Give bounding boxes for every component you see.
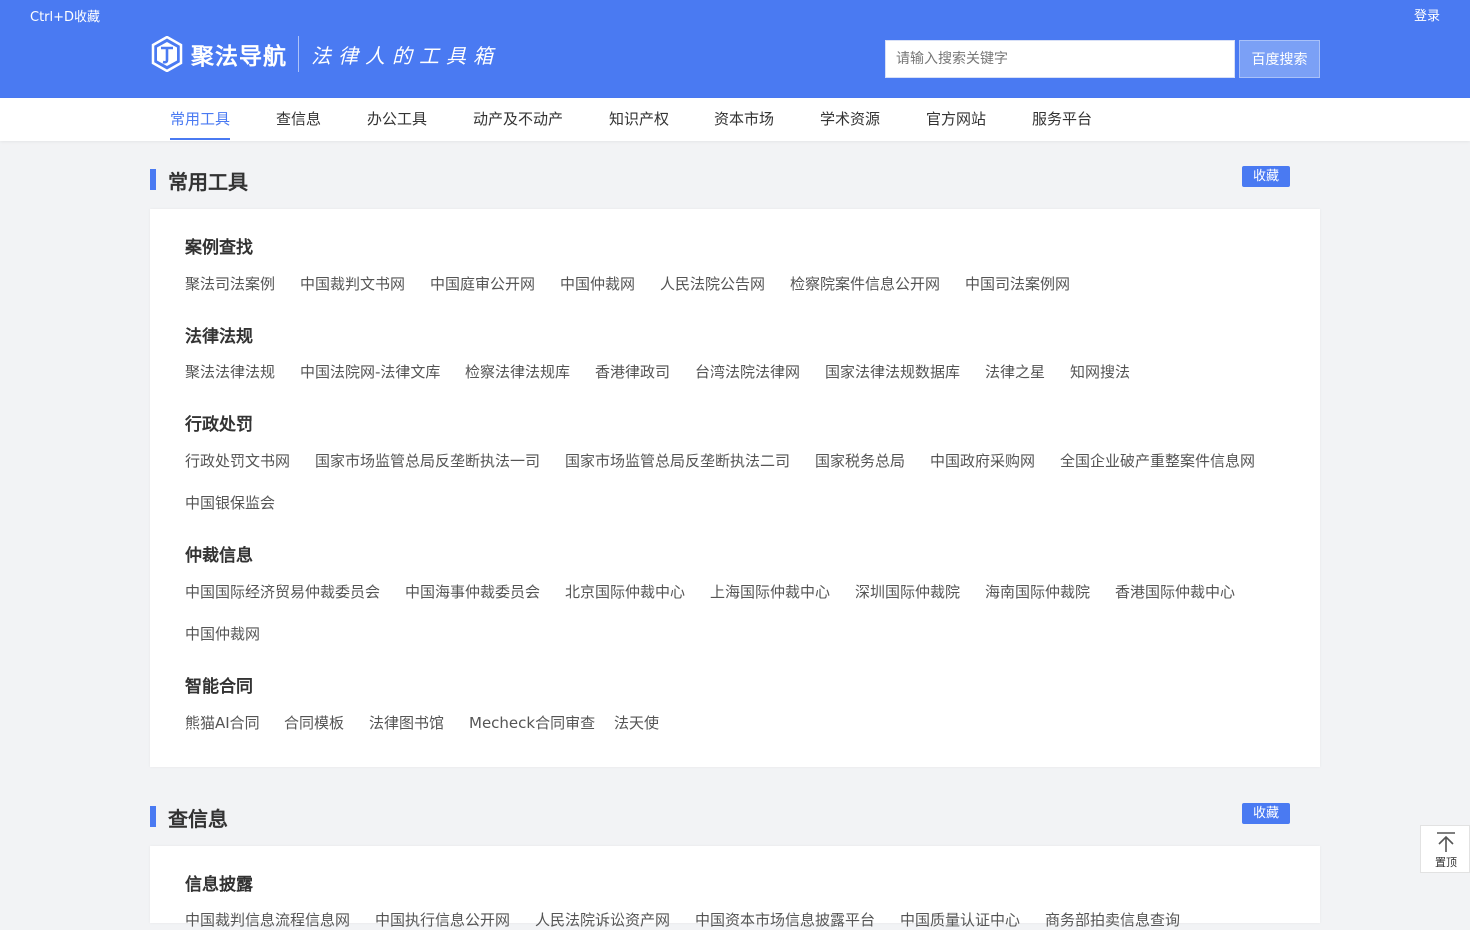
- site-link[interactable]: 法律之星: [985, 361, 1045, 382]
- site-link[interactable]: 中国仲裁网: [185, 623, 260, 644]
- section-title: 常用工具: [168, 170, 248, 194]
- tab-capital-market[interactable]: 资本市场: [714, 98, 774, 141]
- site-link[interactable]: 行政处罚文书网: [185, 450, 290, 471]
- site-link[interactable]: 法天使: [614, 712, 659, 733]
- section-card: 信息披露 中国裁判信息流程信息网 中国执行信息公开网 人民法院诉讼资产网 中国资…: [150, 846, 1320, 929]
- site-link[interactable]: 中国司法案例网: [965, 273, 1070, 294]
- site-logo[interactable]: 聚法导航 法律人的工具箱: [150, 35, 500, 73]
- category-title: 案例查找: [185, 238, 253, 258]
- site-link[interactable]: 全国企业破产重整案件信息网: [1060, 450, 1255, 471]
- favorite-button[interactable]: 收藏: [1242, 166, 1290, 187]
- logo-shield-icon: [151, 36, 183, 72]
- site-link[interactable]: 法律图书馆: [369, 712, 444, 733]
- site-link[interactable]: 人民法院诉讼资产网: [535, 909, 670, 930]
- site-link[interactable]: 人民法院公告网: [660, 273, 765, 294]
- site-link[interactable]: 中国法院网-法律文库: [300, 361, 440, 382]
- site-link[interactable]: 合同模板: [284, 712, 344, 733]
- site-link[interactable]: 中国国际经济贸易仲裁委员会: [185, 581, 380, 602]
- site-slogan: 法律人的工具箱: [311, 43, 500, 68]
- section-title: 查信息: [168, 807, 228, 831]
- site-link[interactable]: 熊猫AI合同: [185, 712, 260, 733]
- logo-divider: [298, 36, 299, 72]
- category-nav: 常用工具 查信息 办公工具 动产及不动产 知识产权 资本市场 学术资源 官方网站…: [0, 98, 1470, 141]
- site-link[interactable]: 中国裁判信息流程信息网: [185, 909, 350, 930]
- site-link[interactable]: 聚法司法案例: [185, 273, 275, 294]
- site-link[interactable]: 中国质量认证中心: [900, 909, 1020, 930]
- tab-academic[interactable]: 学术资源: [820, 98, 880, 141]
- site-link[interactable]: 国家市场监管总局反垄断执法一司: [315, 450, 540, 471]
- back-to-top-label: 置顶: [1435, 856, 1457, 869]
- category-title: 智能合同: [185, 677, 253, 697]
- header: Ctrl+D收藏 登录 聚法导航 法律人的工具箱 百度搜索: [0, 0, 1470, 98]
- site-link[interactable]: 国家法律法规数据库: [825, 361, 960, 382]
- site-link[interactable]: 中国海事仲裁委员会: [405, 581, 540, 602]
- tab-service-platform[interactable]: 服务平台: [1032, 98, 1092, 141]
- section-accent-bar: [150, 806, 156, 827]
- site-link[interactable]: 香港律政司: [595, 361, 670, 382]
- site-link[interactable]: 上海国际仲裁中心: [710, 581, 830, 602]
- baidu-search-button[interactable]: 百度搜索: [1239, 40, 1320, 78]
- category-title: 行政处罚: [185, 415, 253, 435]
- site-name: 聚法导航: [191, 44, 287, 70]
- site-link[interactable]: 中国政府采购网: [930, 450, 1035, 471]
- site-link[interactable]: 检察法律法规库: [465, 361, 570, 382]
- site-link[interactable]: 北京国际仲裁中心: [565, 581, 685, 602]
- site-link[interactable]: 中国庭审公开网: [430, 273, 535, 294]
- login-link[interactable]: 登录: [1414, 5, 1440, 24]
- site-link[interactable]: 台湾法院法律网: [695, 361, 800, 382]
- tab-info-query[interactable]: 查信息: [276, 98, 321, 141]
- section-header: 常用工具 收藏: [150, 166, 1290, 194]
- site-link[interactable]: 检察院案件信息公开网: [790, 273, 940, 294]
- tab-property[interactable]: 动产及不动产: [473, 98, 563, 141]
- site-link[interactable]: 中国执行信息公开网: [375, 909, 510, 930]
- section-header: 查信息 收藏: [150, 803, 1290, 831]
- site-link[interactable]: 中国仲裁网: [560, 273, 635, 294]
- site-link[interactable]: 海南国际仲裁院: [985, 581, 1090, 602]
- site-link[interactable]: 国家市场监管总局反垄断执法二司: [565, 450, 790, 471]
- site-link[interactable]: 中国裁判文书网: [300, 273, 405, 294]
- site-link[interactable]: 国家税务总局: [815, 450, 905, 471]
- back-to-top-button[interactable]: 置顶: [1420, 825, 1470, 873]
- tab-office-tools[interactable]: 办公工具: [367, 98, 427, 141]
- tab-ip[interactable]: 知识产权: [609, 98, 669, 141]
- site-link[interactable]: 商务部拍卖信息查询: [1045, 909, 1180, 930]
- site-link[interactable]: 深圳国际仲裁院: [855, 581, 960, 602]
- site-link[interactable]: 香港国际仲裁中心: [1115, 581, 1235, 602]
- category-title: 法律法规: [185, 327, 253, 347]
- site-link[interactable]: 知网搜法: [1070, 361, 1130, 382]
- arrow-up-icon: [1437, 832, 1455, 852]
- favorite-button[interactable]: 收藏: [1242, 803, 1290, 824]
- site-link[interactable]: Mecheck合同审查: [469, 712, 595, 733]
- category-title: 仲裁信息: [185, 546, 253, 566]
- section-accent-bar: [150, 169, 156, 190]
- tab-official-sites[interactable]: 官方网站: [926, 98, 986, 141]
- site-link[interactable]: 中国银保监会: [185, 492, 275, 513]
- site-link[interactable]: 聚法法律法规: [185, 361, 275, 382]
- section-card: 案例查找 聚法司法案例 中国裁判文书网 中国庭审公开网 中国仲裁网 人民法院公告…: [150, 209, 1320, 767]
- bookmark-hint[interactable]: Ctrl+D收藏: [30, 6, 100, 25]
- site-link[interactable]: 中国资本市场信息披露平台: [695, 909, 875, 930]
- tab-common-tools[interactable]: 常用工具: [170, 98, 231, 141]
- search-input[interactable]: [885, 40, 1235, 78]
- category-title: 信息披露: [185, 875, 253, 895]
